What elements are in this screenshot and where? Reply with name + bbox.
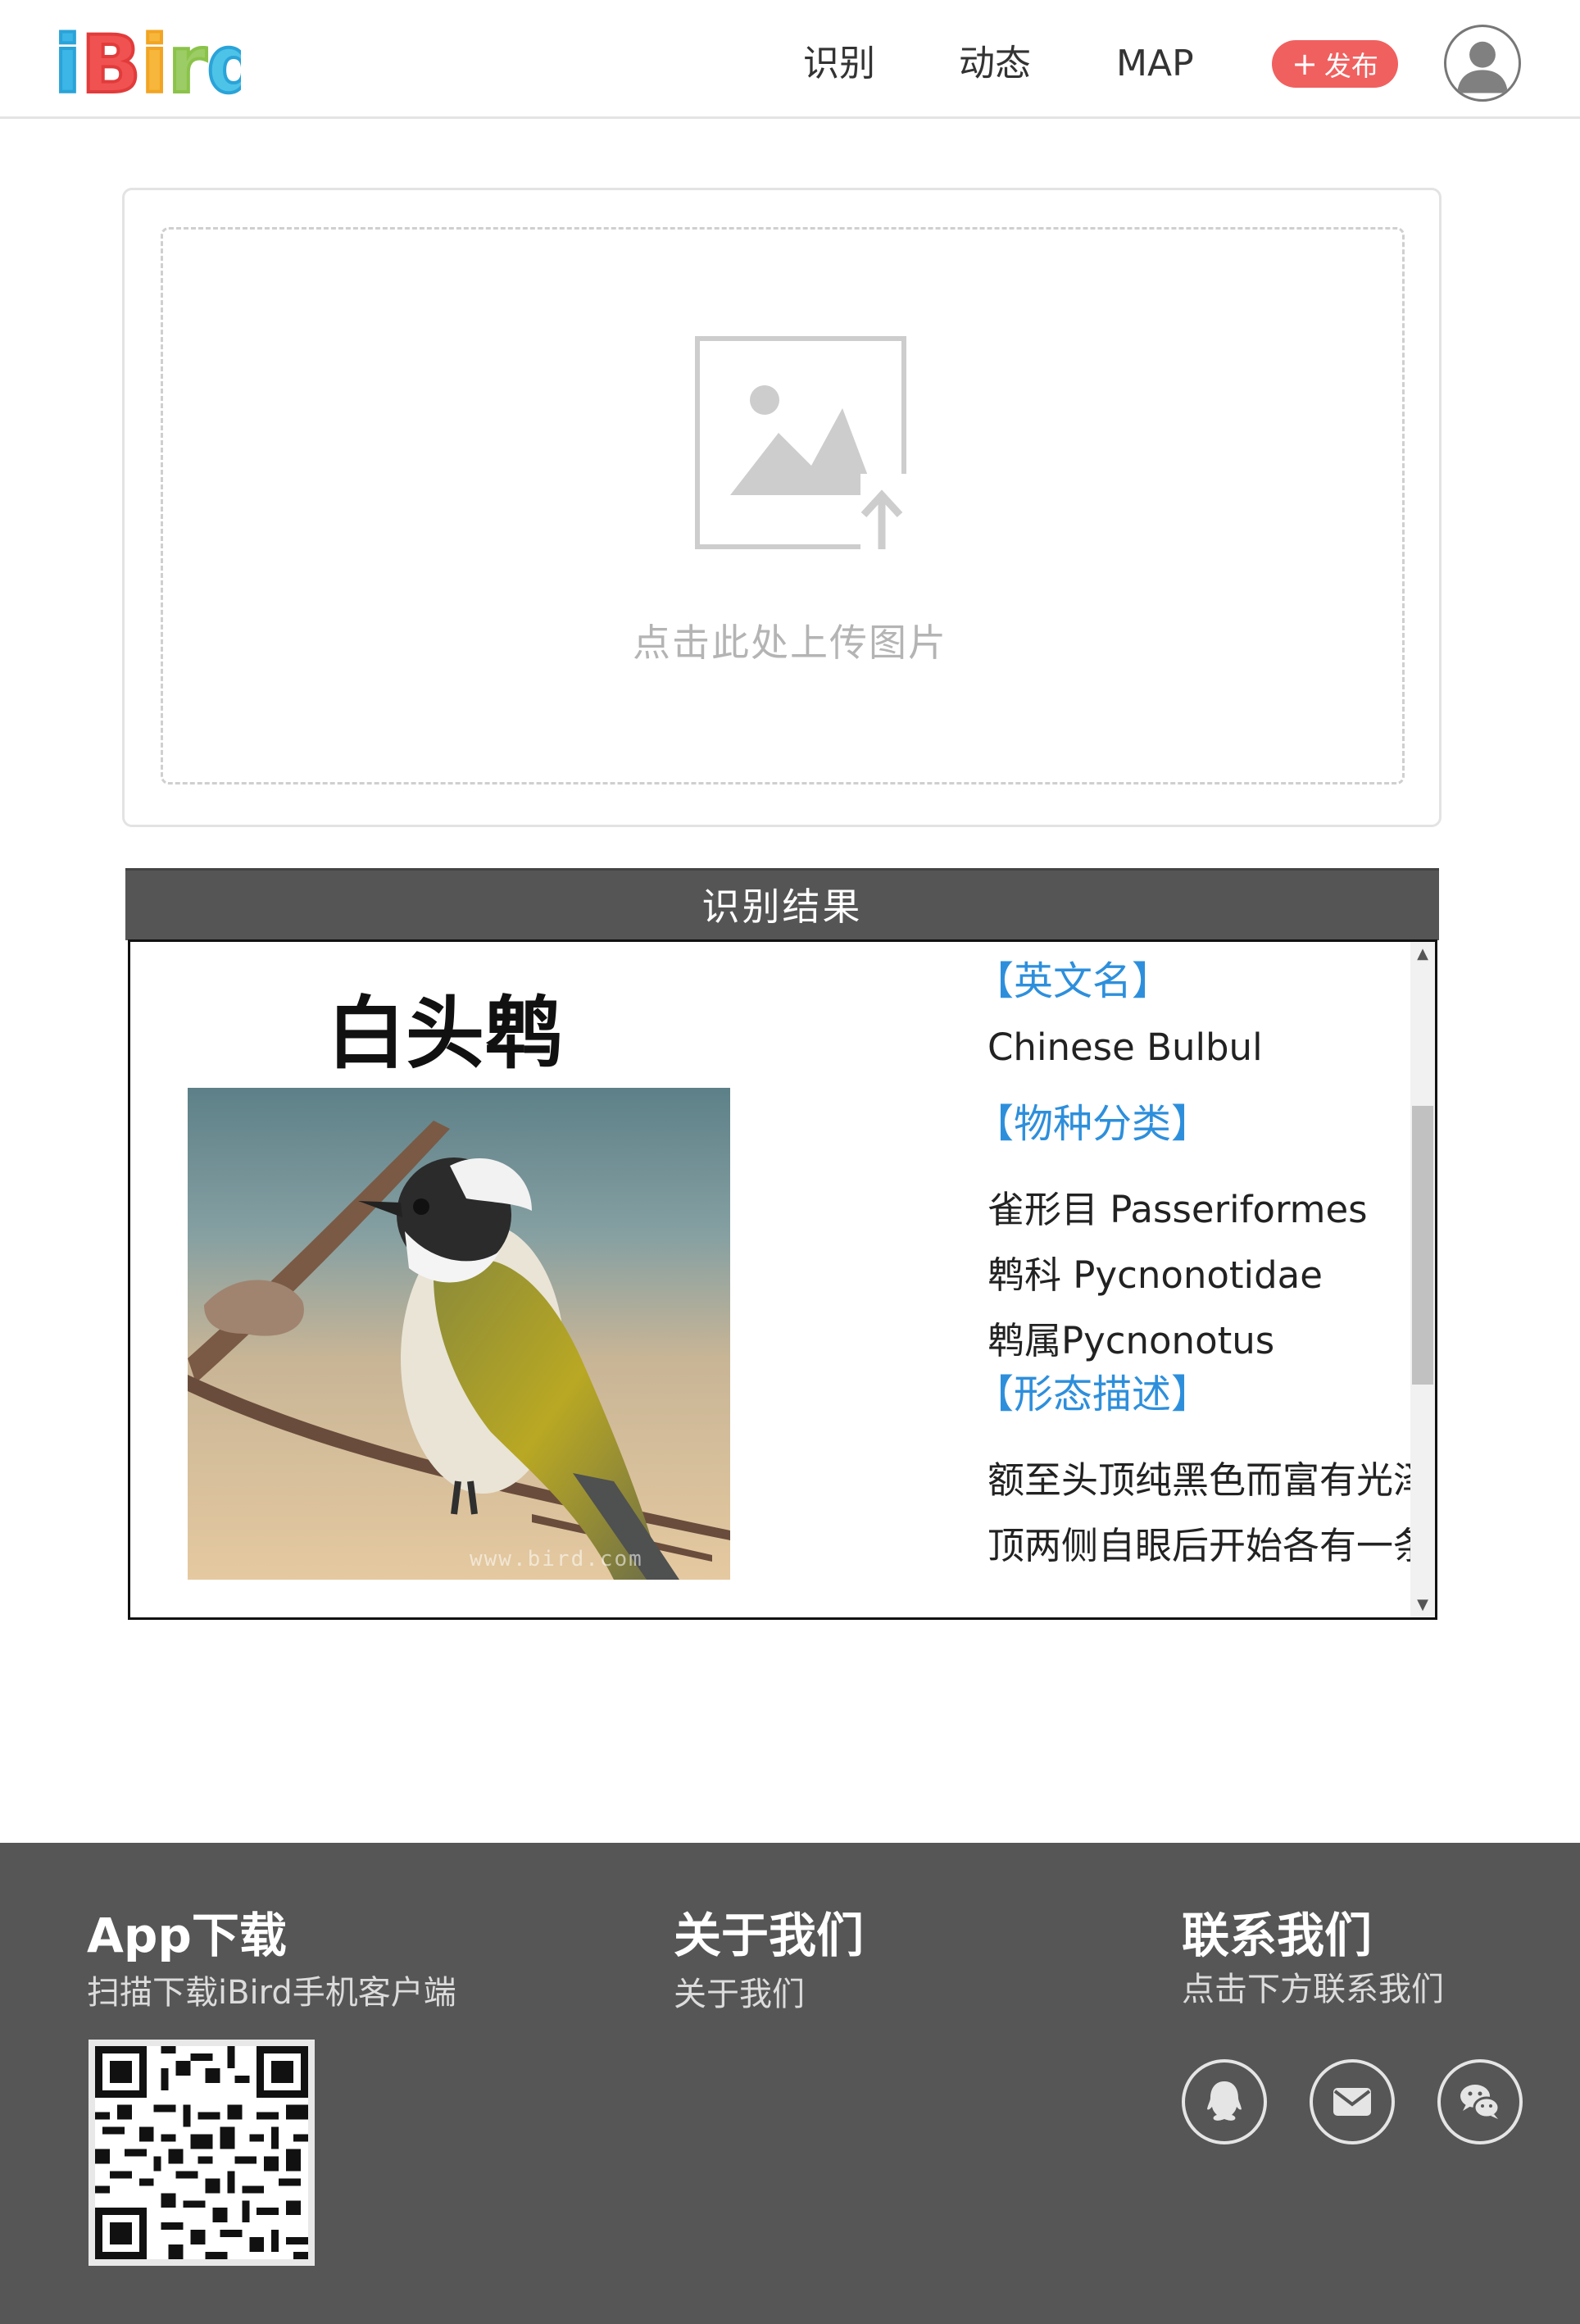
footer: App下载 扫描下载iBird手机客户端 关于我们 关于我们 联系我们 点击下方… <box>0 1843 1580 2324</box>
footer-contact-title: 联系我们 <box>1182 1908 1373 1963</box>
image-upload-icon[interactable] <box>656 334 910 556</box>
nav-feed[interactable]: 动态 <box>959 39 1031 89</box>
description-line: 顶两侧自眼后开始各有一条白纹 <box>988 1524 1435 1567</box>
scroll-up-arrow-icon[interactable]: ▲ <box>1410 942 1435 966</box>
wechat-icon[interactable] <box>1437 2059 1523 2144</box>
photo-watermark: www.bird.com <box>470 1547 643 1571</box>
description-title: 【形态描述】 <box>974 1371 1211 1417</box>
top-navbar: iBird 识别 动态 MAP + 发布 <box>0 0 1580 119</box>
taxonomy-order: 雀形目 Passeriformes <box>988 1188 1368 1231</box>
english-name-title: 【英文名】 <box>974 958 1172 1004</box>
footer-app-title: App下载 <box>87 1908 287 1963</box>
description-line: 额至头顶纯黑色而富有光泽，头 <box>988 1458 1435 1502</box>
upload-hint[interactable]: 点击此处上传图片 <box>0 613 1580 667</box>
result-title: 识别结果 <box>125 868 1439 940</box>
logo-graphic: iBird <box>52 17 265 112</box>
publish-label: 发布 <box>1323 50 1378 82</box>
qr-code-icon <box>89 2040 315 2266</box>
qq-icon[interactable] <box>1182 2059 1267 2144</box>
nav-recognize[interactable]: 识别 <box>803 39 875 89</box>
english-name: Chinese Bulbul <box>988 1026 1263 1069</box>
mail-icon[interactable] <box>1310 2059 1395 2144</box>
user-icon <box>1457 41 1508 93</box>
bird-photo: www.bird.com <box>188 1088 730 1580</box>
nav-map[interactable]: MAP <box>1116 39 1194 89</box>
footer-contact-subtitle: 点击下方联系我们 <box>1182 1971 1444 2008</box>
plus-icon: + <box>1292 46 1318 82</box>
publish-button[interactable]: + 发布 <box>1272 40 1398 88</box>
footer-about-title: 关于我们 <box>674 1908 865 1963</box>
taxonomy-genus: 鹎属Pycnonotus <box>988 1319 1275 1362</box>
ibird-logo[interactable]: iBird <box>52 17 265 112</box>
about-us-link[interactable]: 关于我们 <box>674 1967 805 2015</box>
scroll-down-arrow-icon[interactable]: ▼ <box>1410 1593 1435 1617</box>
species-name: 白头鹎 <box>327 987 563 1080</box>
svg-text:iBird: iBird <box>54 19 241 108</box>
result-panel: 白头鹎 www.bird.com 【英文名】 Chinese Bulbul 【物… <box>128 939 1437 1620</box>
scrollbar-thumb[interactable] <box>1412 1105 1433 1385</box>
taxonomy-title: 【物种分类】 <box>974 1101 1211 1147</box>
taxonomy-family: 鹎科 Pycnonotidae <box>988 1253 1323 1297</box>
footer-app-subtitle: 扫描下载iBird手机客户端 <box>87 1974 456 2012</box>
result-scrollbar[interactable]: ▲ ▼ <box>1410 942 1435 1617</box>
user-avatar[interactable] <box>1444 25 1521 102</box>
